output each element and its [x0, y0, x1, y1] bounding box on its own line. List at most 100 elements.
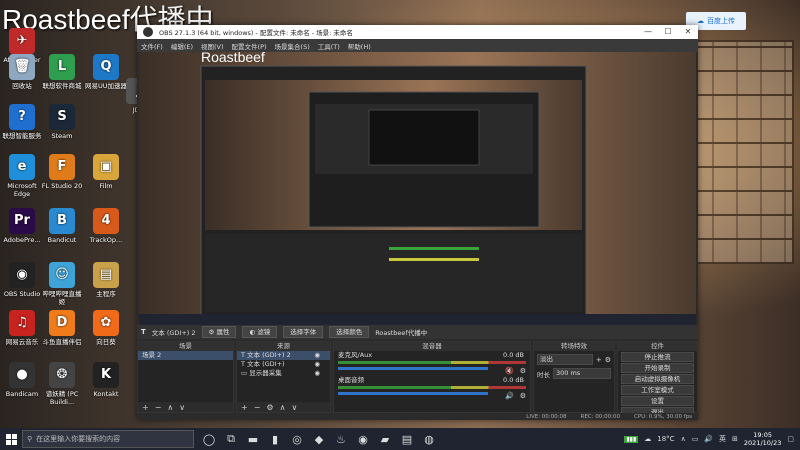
sources-footer: + − ⚙ ∧ ∨	[237, 402, 330, 412]
chevron-up-icon[interactable]: ∧	[681, 435, 686, 443]
chevron-down-icon[interactable]: ∨	[179, 403, 185, 412]
taskbar-app-icon[interactable]: ▮	[264, 428, 286, 450]
speaker-icon[interactable]: 🔊	[505, 392, 514, 400]
desktop-icon-label: 哔哩哔哩直播姬	[42, 290, 82, 306]
eye-icon[interactable]: ◉	[314, 351, 320, 360]
volume-slider[interactable]	[338, 367, 488, 370]
taskbar-app-icon[interactable]: ◯	[198, 428, 220, 450]
taskbar-app-icon[interactable]: ◆	[308, 428, 330, 450]
mixer-channel: 麦克风/Aux 0.0 dB	[338, 351, 524, 359]
source-item[interactable]: T 文本 (GDI+) 2 ◉	[237, 351, 330, 360]
menu-item[interactable]: 场景集合(S)	[275, 41, 310, 51]
menu-item[interactable]: 文件(F)	[141, 41, 163, 51]
virtual-camera-button[interactable]: 启动虚拟摄像机	[621, 374, 694, 384]
text-icon: T	[141, 328, 146, 336]
desktop-icon[interactable]: ♫ 网易云音乐	[0, 310, 44, 346]
gear-icon[interactable]: ⚙	[266, 403, 273, 412]
scene-item[interactable]: 场景 2	[138, 351, 233, 360]
menu-item[interactable]: 工具(T)	[318, 41, 340, 51]
chevron-up-icon[interactable]: ∧	[280, 403, 286, 412]
select-font-button[interactable]: 选择字体	[283, 326, 324, 338]
controls-dock: 控件 停止推流 开始录制 启动虚拟摄像机 工作室模式 设置 退出	[617, 341, 698, 417]
desktop-icon[interactable]: ❂ 谱妖精 (PC Buildi...	[40, 362, 84, 406]
network-icon[interactable]: ▭	[692, 435, 699, 443]
start-button[interactable]	[0, 428, 22, 450]
close-icon[interactable]: ✕	[678, 25, 698, 39]
properties-button[interactable]: ⚙ 属性	[201, 326, 237, 338]
add-icon[interactable]: +	[241, 403, 248, 412]
duration-input[interactable]: 300 ms	[553, 368, 611, 379]
taskbar-app-icon[interactable]: ⧉	[220, 428, 242, 450]
remove-icon[interactable]: −	[155, 403, 162, 412]
desktop-icon[interactable]: K Kontakt	[84, 362, 128, 398]
muted-speaker-icon[interactable]: 🔇	[505, 367, 514, 375]
taskbar-app-icon[interactable]: ▤	[396, 428, 418, 450]
gear-icon[interactable]: ⚙	[520, 367, 526, 375]
desktop-icon[interactable]: ? 联想智能服务	[0, 104, 44, 140]
desktop-icon[interactable]: S Steam	[40, 104, 84, 140]
sources-header: 来源	[237, 342, 330, 351]
transitions-dock: 转场特效 淡出 + ⚙ 时长 300 ms	[533, 341, 615, 413]
desktop-icon[interactable]: ✿ 向日葵	[84, 310, 128, 346]
desktop-icon[interactable]: e Microsoft Edge	[0, 154, 44, 198]
gear-icon: ⚙	[208, 328, 215, 336]
gear-icon[interactable]: ⚙	[605, 356, 611, 364]
gear-icon[interactable]: ⚙	[520, 392, 526, 400]
obs-menubar: 文件(F) 编辑(E) 视图(V) 配置文件(P) 场景集合(S) 工具(T) 帮助(H)	[137, 39, 698, 52]
settings-button[interactable]: 设置	[621, 396, 694, 406]
taskbar-app-icon[interactable]: ♨	[330, 428, 352, 450]
taskbar-clock[interactable]: 19:05 2021/10/23	[744, 431, 781, 447]
desktop-icon-label: Bandicut	[47, 236, 77, 244]
desktop-icon[interactable]: Pr AdobePre...	[0, 208, 44, 244]
volume-slider[interactable]	[338, 392, 488, 395]
minimize-icon[interactable]: —	[638, 25, 658, 39]
cpu-status: CPU: 0.9%, 30.00 fps	[633, 413, 692, 420]
eye-icon[interactable]: ◉	[314, 360, 320, 369]
ime-indicator[interactable]: 英	[719, 434, 726, 444]
desktop-icon[interactable]: 4 TrackOp...	[84, 208, 128, 244]
ime-mode-icon[interactable]: ⊞	[732, 435, 738, 443]
taskbar-app-icon[interactable]: ◍	[418, 428, 440, 450]
menu-item[interactable]: 帮助(H)	[348, 41, 371, 51]
chevron-down-icon[interactable]: ∨	[291, 403, 297, 412]
menu-item[interactable]: 视图(V)	[201, 41, 224, 51]
weather-temp[interactable]: 18°C	[657, 435, 674, 443]
start-recording-button[interactable]: 开始录制	[621, 363, 694, 373]
nested-taskbar	[139, 314, 696, 325]
obs-titlebar[interactable]: OBS 27.1.3 (64 bit, windows) - 配置文件: 未命名…	[137, 25, 698, 39]
desktop-icon[interactable]: ☺ 哔哩哔哩直播姬	[40, 262, 84, 306]
battery-icon[interactable]: ▮▮▮	[624, 435, 639, 443]
select-color-button[interactable]: 选择颜色	[329, 326, 370, 338]
menu-item[interactable]: 配置文件(P)	[232, 41, 267, 51]
volume-icon[interactable]: 🔊	[704, 435, 713, 443]
chevron-up-icon[interactable]: ∧	[167, 403, 173, 412]
desktop-icon[interactable]: ▣ Film	[84, 154, 128, 190]
taskbar-search[interactable]: ⚲ 在这里输入你要搜索的内容	[22, 430, 194, 448]
desktop-icon[interactable]: ◉ OBS Studio	[0, 262, 44, 298]
source-item[interactable]: T 文本 (GDI+) ◉	[237, 360, 330, 369]
desktop-icon[interactable]: 🗑 回收站	[0, 54, 44, 90]
menu-item[interactable]: 编辑(E)	[171, 41, 193, 51]
eye-icon[interactable]: ◉	[314, 369, 320, 378]
taskbar-app-icon[interactable]: ▬	[242, 428, 264, 450]
source-item[interactable]: ▭ 显示器采集 ◉	[237, 369, 330, 378]
add-icon[interactable]: +	[596, 356, 602, 364]
studio-mode-button[interactable]: 工作室模式	[621, 385, 694, 395]
notification-icon[interactable]: ▢	[787, 435, 794, 443]
taskbar-app-icon[interactable]: ▰	[374, 428, 396, 450]
add-icon[interactable]: +	[142, 403, 149, 412]
stop-streaming-button[interactable]: 停止推流	[621, 352, 694, 362]
remove-icon[interactable]: −	[254, 403, 261, 412]
taskbar-app-icon[interactable]: ◎	[286, 428, 308, 450]
desktop-icon[interactable]: F FL Studio 20	[40, 154, 84, 190]
desktop-icon[interactable]: L 联想软件商城	[40, 54, 84, 90]
taskbar-app-icon[interactable]: ◉	[352, 428, 374, 450]
desktop-icon[interactable]: B Bandicut	[40, 208, 84, 244]
maximize-icon[interactable]: ☐	[658, 25, 678, 39]
desktop-icon[interactable]: ● Bandicam	[0, 362, 44, 398]
transition-select[interactable]: 淡出	[537, 354, 593, 365]
filters-button[interactable]: ◐ 滤镜	[242, 326, 278, 338]
desktop-icon[interactable]: ▤ 主程序	[84, 262, 128, 298]
obs-preview[interactable]: Roastbeef	[139, 52, 696, 325]
desktop-icon[interactable]: D 斗鱼直播伴侣	[40, 310, 84, 346]
